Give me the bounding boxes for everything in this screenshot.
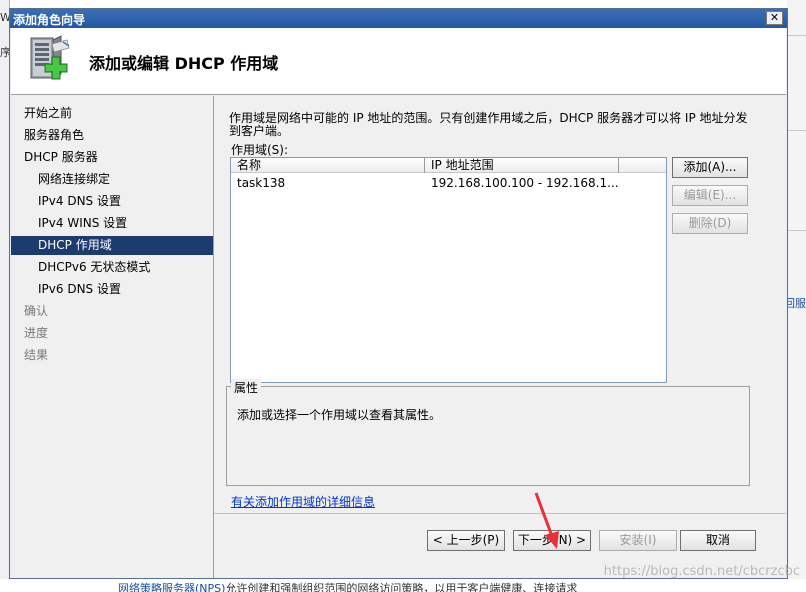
scopes-label: 作用域(S): <box>231 143 289 157</box>
watermark: https://blog.csdn.net/cbcrzcbc <box>603 564 800 579</box>
column-header-ip-range[interactable]: IP 地址范围 <box>425 158 619 173</box>
wizard-steps-nav: 开始之前 服务器角色 DHCP 服务器 网络连接绑定 IPv4 DNS 设置 I… <box>11 96 213 578</box>
scope-name-cell: task138 <box>237 176 286 190</box>
nav-step-dhcpv6-stateless[interactable]: DHCPv6 无状态模式 <box>11 258 213 277</box>
nav-step-label: 确认 <box>24 304 49 318</box>
cancel-button[interactable]: 取消 <box>680 530 756 551</box>
more-info-link[interactable]: 有关添加作用域的详细信息 <box>231 493 375 510</box>
wizard-client-area: 添加或编辑 DHCP 作用域 开始之前 服务器角色 DHCP 服务器 网络连接绑… <box>11 28 786 578</box>
nav-step-before-you-begin[interactable]: 开始之前 <box>11 104 213 123</box>
edit-scope-button[interactable]: 编辑(E)... <box>672 185 748 206</box>
nav-step-dhcp-scopes[interactable]: DHCP 作用域 <box>11 236 213 255</box>
nav-step-label: DHCP 作用域 <box>38 238 112 252</box>
page-title: 添加或编辑 DHCP 作用域 <box>89 54 279 73</box>
add-roles-wizard-dialog: 添加角色向导 ✕ 添加或编辑 DHCP 作用域 开始之前 服务器角色 DHCP … <box>9 8 788 579</box>
install-button[interactable]: 安装(I) <box>599 530 677 551</box>
title-bar[interactable]: 添加角色向导 ✕ <box>10 9 787 28</box>
nav-step-ipv4-dns[interactable]: IPv4 DNS 设置 <box>11 192 213 211</box>
nav-step-label: 开始之前 <box>24 106 73 120</box>
nav-step-confirmation: 确认 <box>11 302 213 321</box>
red-arrow-annotation <box>534 492 559 549</box>
page-description: 作用域是网络中可能的 IP 地址的范围。只有创建作用域之后，DHCP 服务器才可… <box>229 111 748 138</box>
background-divider <box>787 35 806 36</box>
background-description-text: 允许创建和强制组织范围的网络访问策略，以用于客户端健康、连接请求 <box>225 582 578 592</box>
nav-step-server-roles[interactable]: 服务器角色 <box>11 126 213 145</box>
close-button[interactable]: ✕ <box>766 11 783 25</box>
column-header-extra[interactable] <box>619 158 666 173</box>
background-nps-link: 网络策略服务器(NPS) <box>118 582 226 592</box>
nav-step-ipv4-wins[interactable]: IPv4 WINS 设置 <box>11 214 213 233</box>
scopes-list-header: 名称 IP 地址范围 <box>231 158 666 173</box>
back-button[interactable]: < 上一步(P) <box>427 530 505 551</box>
nav-step-label: IPv4 WINS 设置 <box>38 216 128 230</box>
scope-range-cell: 192.168.100.100 - 192.168.1... <box>431 176 619 190</box>
properties-group <box>226 386 750 486</box>
background-divider <box>787 230 806 231</box>
nav-step-label: 进度 <box>24 326 49 340</box>
window-title: 添加角色向导 <box>13 13 86 27</box>
properties-title: 属性 <box>231 379 262 396</box>
nav-step-results: 结果 <box>11 346 213 365</box>
nav-step-label: DHCP 服务器 <box>24 150 98 164</box>
delete-scope-button[interactable]: 删除(D) <box>672 213 748 234</box>
scopes-list[interactable]: 名称 IP 地址范围 task138 192.168.100.100 - 192… <box>230 157 667 383</box>
nav-step-progress: 进度 <box>11 324 213 343</box>
column-header-name[interactable]: 名称 <box>231 158 425 173</box>
nav-step-network-bindings[interactable]: 网络连接绑定 <box>11 170 213 189</box>
properties-text: 添加或选择一个作用域以查看其属性。 <box>237 408 442 422</box>
nav-step-label: 服务器角色 <box>24 128 85 142</box>
nav-divider <box>213 96 214 578</box>
nav-step-label: 网络连接绑定 <box>38 172 111 186</box>
nav-step-label: IPv6 DNS 设置 <box>38 282 121 296</box>
nav-step-dhcp-server[interactable]: DHCP 服务器 <box>11 148 213 167</box>
server-add-icon <box>30 35 70 80</box>
nav-step-label: IPv4 DNS 设置 <box>38 194 121 208</box>
add-scope-button[interactable]: 添加(A)... <box>672 157 748 178</box>
nav-step-label: 结果 <box>24 348 49 362</box>
wizard-header: 添加或编辑 DHCP 作用域 <box>11 28 786 95</box>
background-description: 网络策略服务器(NPS)允许创建和强制组织范围的网络访问策略，以用于客户端健康、… <box>118 580 577 592</box>
footer-divider <box>214 513 786 514</box>
nav-step-label: DHCPv6 无状态模式 <box>38 260 151 274</box>
nav-step-ipv6-dns[interactable]: IPv6 DNS 设置 <box>11 280 213 299</box>
background-divider <box>787 130 806 131</box>
table-row[interactable]: task138 192.168.100.100 - 192.168.1... <box>231 175 666 191</box>
